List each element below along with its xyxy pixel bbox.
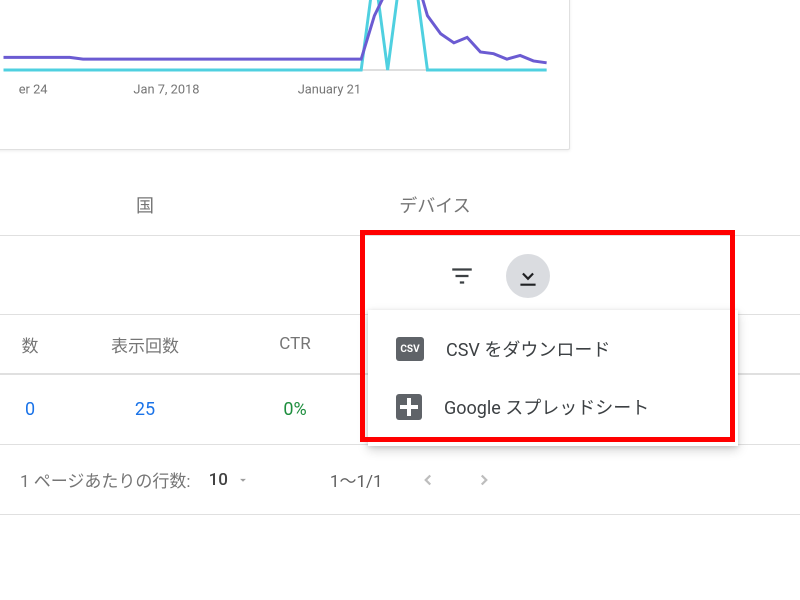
col-impressions: 表示回数 — [60, 332, 230, 357]
download-sheets-label: Google スプレッドシート — [444, 394, 649, 420]
dimension-tabs: 国 デバイス — [0, 175, 800, 235]
rows-per-page-value: 10 — [209, 470, 228, 490]
download-sheets[interactable]: Google スプレッドシート — [368, 378, 738, 436]
filter-icon — [449, 263, 475, 289]
cell-ctr[interactable]: 0% — [230, 399, 360, 420]
trend-chart: er 24 Jan 7, 2018 January 21 — [0, 0, 569, 149]
svg-text:Jan 7, 2018: Jan 7, 2018 — [133, 83, 199, 98]
download-icon — [515, 263, 541, 289]
chevron-right-icon — [475, 471, 493, 489]
download-menu: CSV CSV をダウンロード Google スプレッドシート — [368, 310, 738, 446]
svg-text:er 24: er 24 — [19, 83, 48, 98]
prev-page-button[interactable] — [413, 465, 443, 495]
chevron-down-icon — [236, 473, 250, 487]
rows-per-page-label: 1 ページあたりの行数: — [20, 467, 191, 492]
tab-country[interactable]: 国 — [0, 176, 290, 234]
cell-clicks[interactable]: 0 — [0, 399, 60, 420]
sheets-icon — [396, 394, 422, 420]
next-page-button[interactable] — [469, 465, 499, 495]
page-range: 1～1/1 — [330, 467, 383, 492]
download-button[interactable] — [506, 254, 550, 298]
toolbar-row — [0, 235, 800, 315]
filter-button[interactable] — [440, 254, 484, 298]
svg-text:January 21: January 21 — [298, 83, 361, 98]
rows-per-page-select[interactable]: 10 — [209, 470, 250, 490]
cell-impressions[interactable]: 25 — [60, 399, 230, 420]
chart-card: er 24 Jan 7, 2018 January 21 — [0, 0, 570, 150]
col-clicks: 数 — [0, 332, 60, 357]
chevron-left-icon — [419, 471, 437, 489]
csv-icon: CSV — [396, 337, 424, 361]
download-csv-label: CSV をダウンロード — [446, 336, 610, 362]
col-ctr: CTR — [230, 334, 360, 354]
download-csv[interactable]: CSV CSV をダウンロード — [368, 320, 738, 378]
tab-device[interactable]: デバイス — [290, 176, 580, 234]
pagination: 1 ページあたりの行数: 10 1～1/1 — [0, 445, 800, 515]
